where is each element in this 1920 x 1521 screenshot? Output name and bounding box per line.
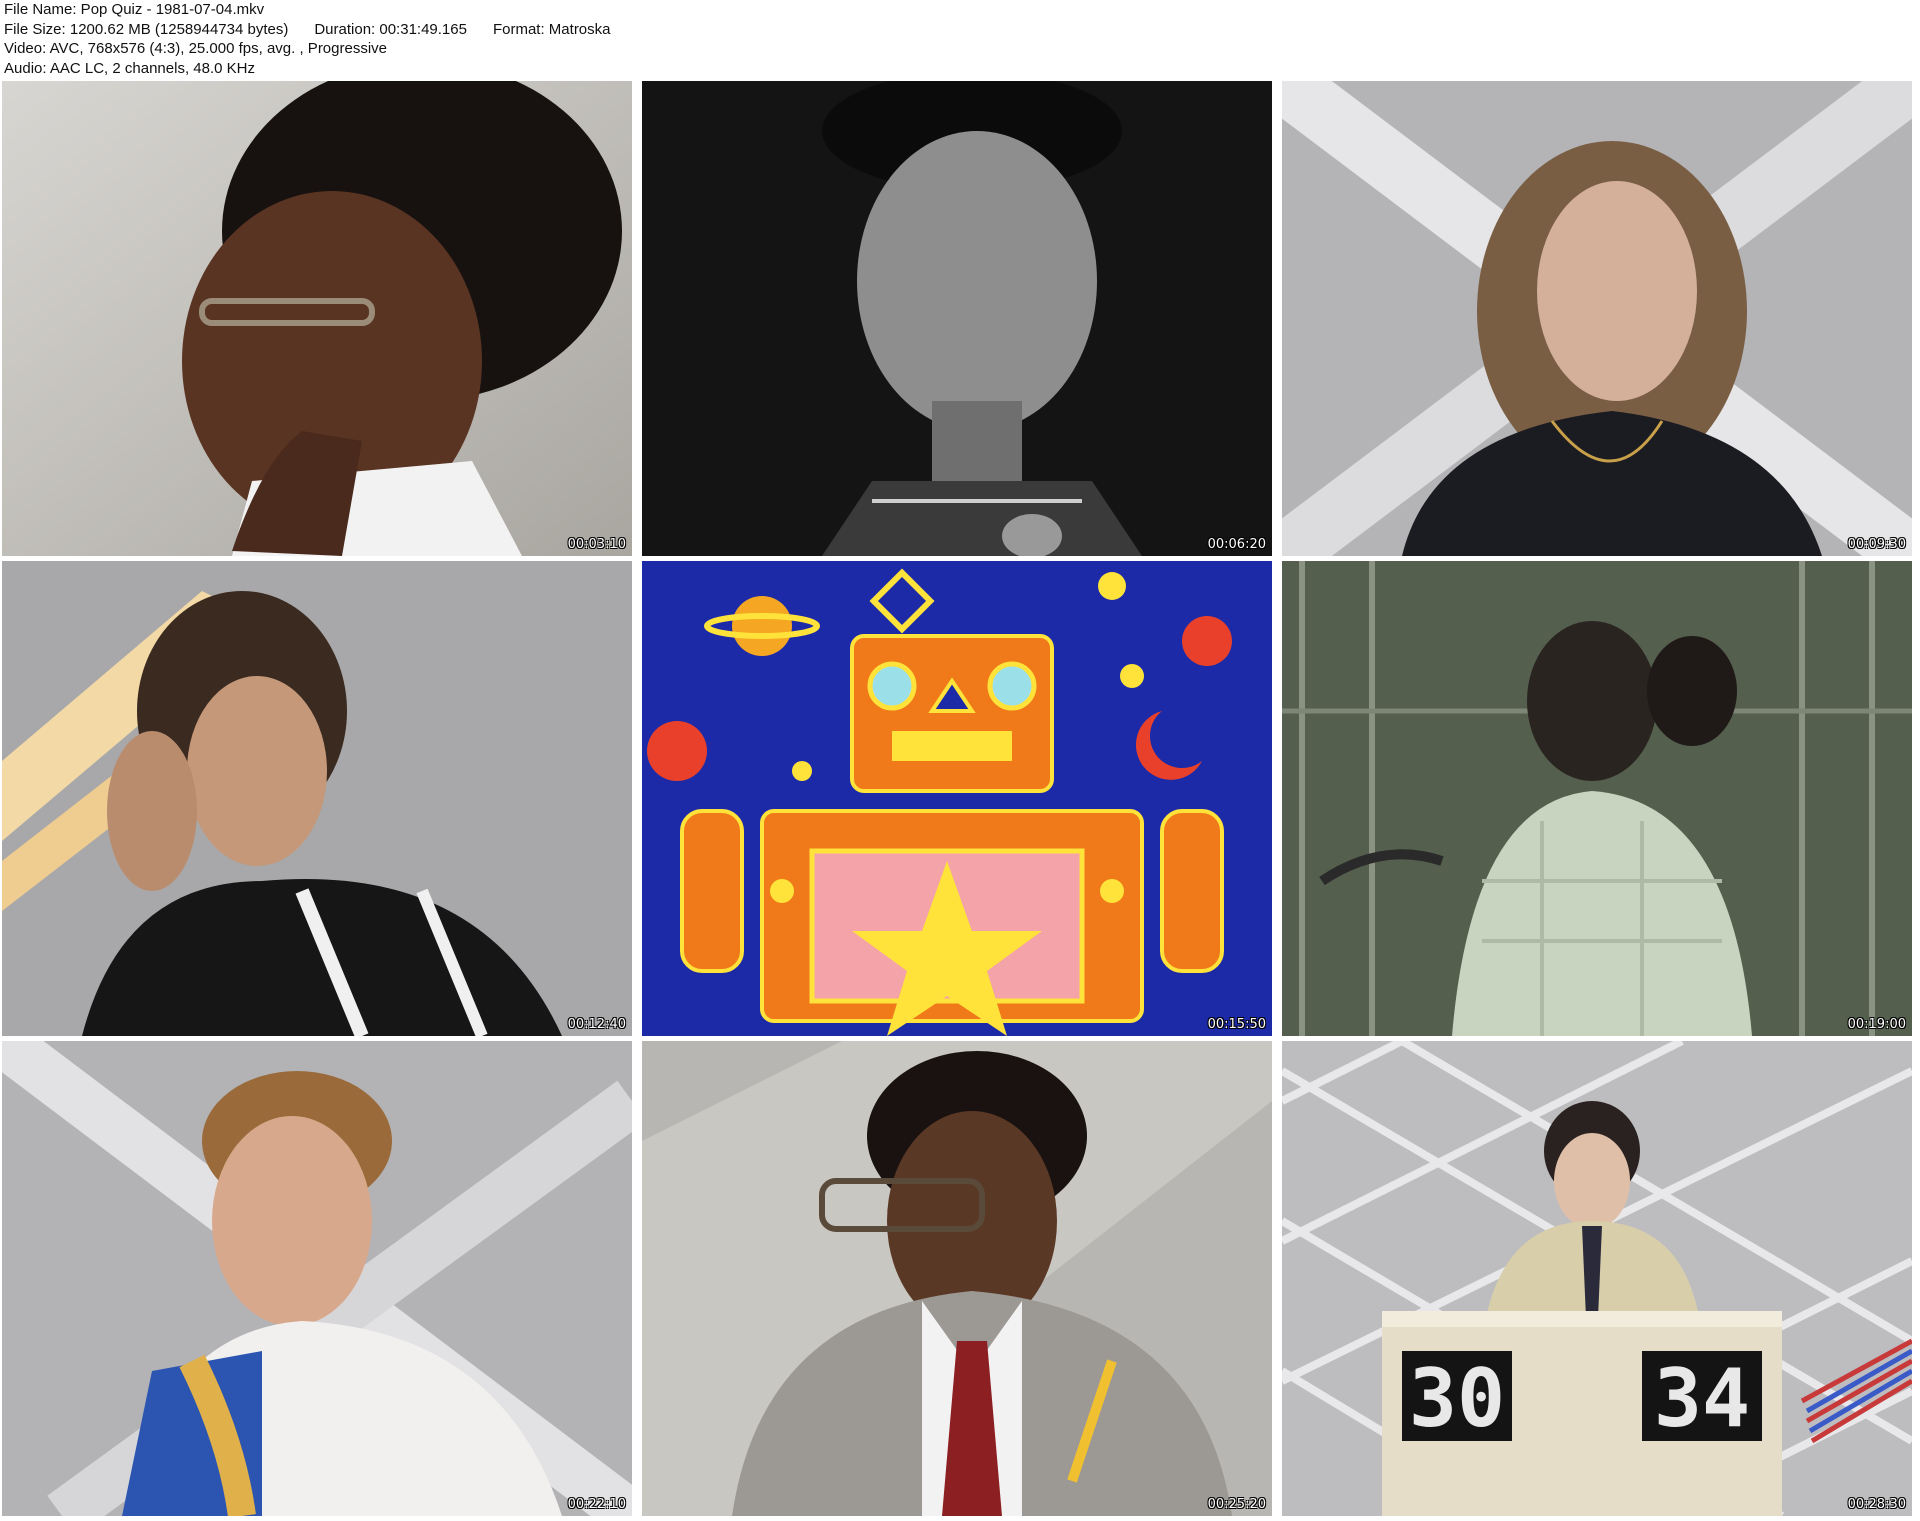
thumbnail-frame-8[interactable]: 00:25:20: [642, 1041, 1272, 1516]
frame-7-image: [2, 1041, 632, 1516]
thumbnail-frame-1[interactable]: 00:03:10: [2, 81, 632, 556]
thumbnail-frame-7[interactable]: 00:22:10: [2, 1041, 632, 1516]
scoreboard-right: 34: [1654, 1352, 1750, 1445]
duration-text: Duration: 00:31:49.165: [314, 20, 467, 38]
format-text: Format: Matroska: [492, 20, 611, 38]
frame-timestamp: 00:09:30: [1847, 537, 1906, 552]
frame-3-image: [1282, 81, 1912, 556]
frame-4-image: [2, 561, 632, 1036]
file-info-header: File Name: Pop Quiz - 1981-07-04.mkv Fil…: [4, 0, 611, 78]
frame-timestamp: 00:19:00: [1847, 1017, 1906, 1032]
thumbnail-frame-4[interactable]: 00:12:40: [2, 561, 632, 1036]
thumbnail-frame-3[interactable]: 00:09:30: [1282, 81, 1912, 556]
file-size-text: File Size: 1200.62 MB (1258944734 bytes): [4, 20, 289, 38]
file-size-line: File Size: 1200.62 MB (1258944734 bytes)…: [4, 20, 611, 40]
frame-timestamp: 00:22:10: [567, 1497, 626, 1512]
thumbnail-frame-9[interactable]: 30 34 00:28:30: [1282, 1041, 1912, 1516]
file-name-line: File Name: Pop Quiz - 1981-07-04.mkv: [4, 1, 265, 18]
thumbnail-frame-2[interactable]: 00:06:20: [642, 81, 1272, 556]
frame-timestamp: 00:15:50: [1207, 1017, 1266, 1032]
frame-timestamp: 00:12:40: [567, 1017, 626, 1032]
frame-timestamp: 00:06:20: [1207, 537, 1266, 552]
frame-8-image: [642, 1041, 1272, 1516]
audio-info-line: Audio: AAC LC, 2 channels, 48.0 KHz: [4, 59, 255, 77]
frame-6-image: [1282, 561, 1912, 1036]
frame-2-image: [642, 81, 1272, 556]
frame-1-image: [2, 81, 632, 556]
scoreboard-left: 30: [1409, 1352, 1505, 1445]
frame-timestamp: 00:25:20: [1207, 1497, 1266, 1512]
thumbnail-frame-5[interactable]: 00:15:50: [642, 561, 1272, 1036]
frame-5-image: [642, 561, 1272, 1036]
frame-timestamp: 00:28:30: [1847, 1497, 1906, 1512]
frame-9-image: 30 34: [1282, 1041, 1912, 1516]
thumbnail-frame-6[interactable]: 00:19:00: [1282, 561, 1912, 1036]
thumbnail-grid: 00:03:10 00:06:20 00:09:30 00:12:40 00:1…: [0, 80, 1920, 1521]
frame-timestamp: 00:03:10: [567, 537, 626, 552]
video-info-line: Video: AVC, 768x576 (4:3), 25.000 fps, a…: [4, 40, 388, 57]
